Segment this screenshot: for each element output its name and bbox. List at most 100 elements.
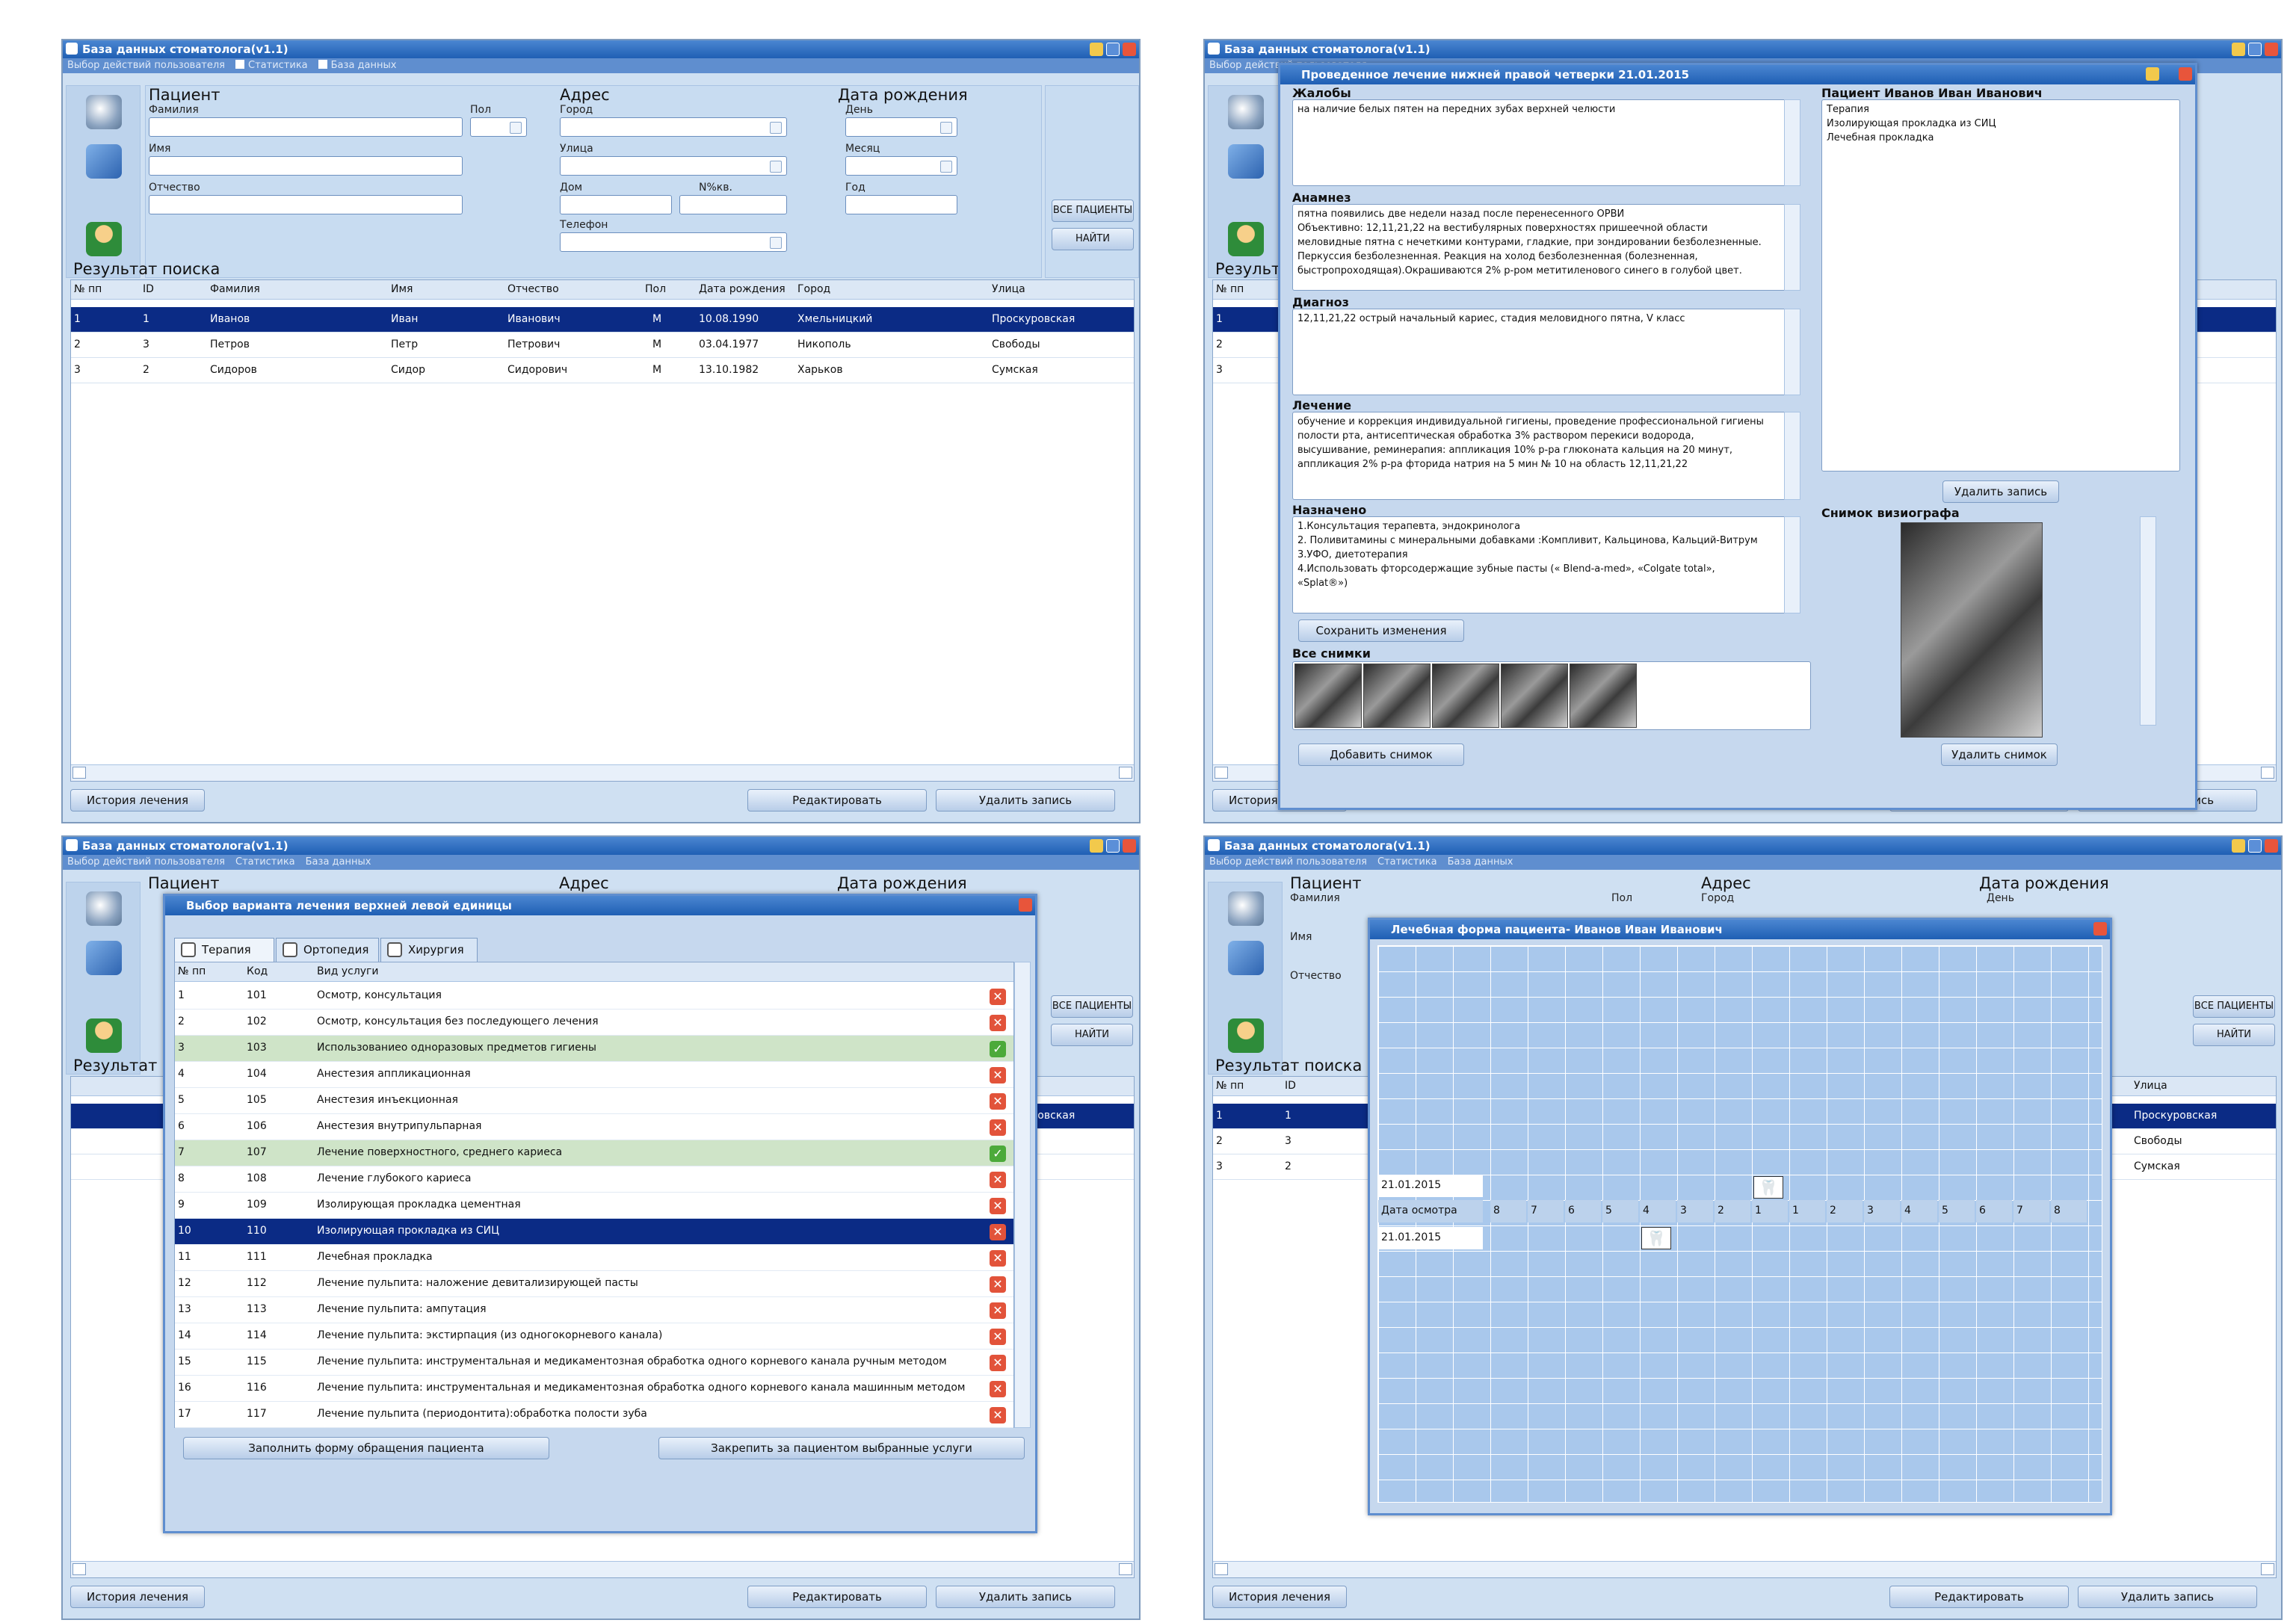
complaints-scrollbar[interactable] (1784, 99, 1800, 186)
phone-select[interactable] (560, 232, 787, 252)
close-button[interactable] (2093, 922, 2107, 936)
database-icon[interactable] (1228, 891, 1264, 926)
connect-icon[interactable] (86, 941, 122, 975)
scroll-right-icon[interactable] (2261, 1563, 2274, 1575)
connect-icon[interactable] (1228, 941, 1264, 975)
table-row[interactable]: 5 105 Анестезия инъекционная ✕ (175, 1088, 1013, 1114)
table-row[interactable]: 9 109 Изолирующая прокладка цементная ✕ (175, 1193, 1013, 1219)
add-patient-icon[interactable] (1228, 222, 1264, 256)
maximize-button[interactable] (1106, 839, 1120, 853)
close-button[interactable] (2179, 67, 2192, 81)
table-row[interactable]: 6 106 Анестезия внутрипульпарная ✕ (175, 1114, 1013, 1140)
minimize-button[interactable] (2232, 43, 2245, 56)
close-button[interactable] (2265, 839, 2278, 853)
tab-surgery[interactable]: Хирургия (380, 938, 478, 962)
all-patients-button[interactable]: ВСЕ ПАЦИЕНТЫ (1052, 200, 1134, 222)
database-icon[interactable] (86, 95, 122, 129)
diagnosis-textarea[interactable]: 12,11,21,22 острый начальный кариес, ста… (1292, 309, 1800, 395)
treatment-scrollbar[interactable] (1784, 412, 1800, 500)
minimize-button[interactable] (2232, 839, 2245, 853)
history-button[interactable]: История лечения (70, 1586, 205, 1608)
tooth-number[interactable]: 1 (1789, 1200, 1825, 1222)
zoom-slider[interactable] (2140, 516, 2156, 726)
scroll-right-icon[interactable] (1119, 1563, 1132, 1575)
table-row[interactable]: 16 116 Лечение пульпита: инструментальная … (175, 1376, 1013, 1402)
menu-actions[interactable]: Выбор действий пользователя (67, 856, 225, 868)
prescribed-scrollbar[interactable] (1784, 516, 1800, 613)
connect-icon[interactable] (1228, 144, 1264, 179)
remove-icon[interactable]: ✕ (990, 1381, 1006, 1397)
scroll-right-icon[interactable] (1119, 767, 1132, 779)
scroll-right-icon[interactable] (2261, 767, 2274, 779)
delete-button[interactable]: Удалить запись (936, 1586, 1115, 1608)
remove-icon[interactable]: ✕ (990, 1067, 1006, 1083)
tab-therapy[interactable]: Терапия (174, 938, 274, 962)
scroll-left-icon[interactable] (72, 767, 86, 779)
table-row[interactable]: 13 113 Лечение пульпита: ампутация ✕ (175, 1297, 1013, 1323)
xray-thumbnail[interactable] (1294, 664, 1362, 728)
delete-button[interactable]: Удалить запись (936, 789, 1115, 812)
menu-database[interactable]: База данных (1448, 856, 1513, 868)
maximize-button[interactable] (1106, 43, 1120, 56)
menu-database[interactable]: База данных (306, 856, 371, 868)
maximize-button[interactable] (2248, 839, 2262, 853)
table-row[interactable]: 1 1 Иванов Иван Иванович М 10.08.1990 Хмельницк… (71, 307, 1134, 333)
table-row[interactable]: 14 114 Лечение пульпита: экстирпация (из о… (175, 1323, 1013, 1350)
add-patient-icon[interactable] (86, 1018, 122, 1053)
month-select[interactable] (845, 156, 957, 176)
assign-services-button[interactable]: Закрепить за пациентом выбранные услуги (658, 1437, 1025, 1459)
treatment-textarea[interactable]: обучение и коррекция индивидуальной гиги… (1292, 412, 1800, 500)
horizontal-scrollbar[interactable] (1213, 1561, 2276, 1577)
xray-thumbnail[interactable] (1501, 664, 1568, 728)
tooth-icon[interactable]: 🦷 (1753, 1176, 1783, 1199)
edit-button[interactable]: Редактировать (1889, 1586, 2069, 1608)
scroll-left-icon[interactable] (1215, 767, 1228, 779)
database-icon[interactable] (86, 891, 122, 926)
flat-input[interactable] (679, 195, 787, 214)
scroll-left-icon[interactable] (1215, 1563, 1228, 1575)
tooth-number[interactable]: 6 (1565, 1200, 1601, 1222)
database-icon[interactable] (1228, 95, 1264, 129)
minimize-button[interactable] (1090, 839, 1103, 853)
xray-thumbnail[interactable] (1363, 664, 1431, 728)
table-row[interactable]: 8 108 Лечение глубокого кариеса ✕ (175, 1166, 1013, 1193)
anamnesis-textarea[interactable]: пятна появились две недели назад после п… (1292, 204, 1800, 291)
table-row[interactable]: 7 107 Лечение поверхностного, среднего кар… (175, 1140, 1013, 1166)
table-row[interactable]: 11 111 Лечебная прокладка ✕ (175, 1245, 1013, 1271)
tooth-number[interactable]: 5 (1939, 1200, 1975, 1222)
close-button[interactable] (1123, 43, 1136, 56)
menu-actions[interactable]: Выбор действий пользователя (67, 60, 225, 71)
remove-icon[interactable]: ✕ (990, 1355, 1006, 1371)
tab-orthopedics[interactable]: Ортопедия (276, 938, 379, 962)
tooth-icon[interactable]: 🦷 (1641, 1227, 1671, 1249)
horizontal-scrollbar[interactable] (71, 1561, 1134, 1577)
day-select[interactable] (845, 117, 957, 137)
tooth-number[interactable]: 4 (1640, 1200, 1676, 1222)
all-patients-button[interactable]: ВСЕ ПАЦИЕНТЫ (2193, 995, 2275, 1018)
surname-input[interactable] (149, 117, 463, 137)
menu-statistics[interactable]: Статистика (1377, 856, 1437, 868)
street-select[interactable] (560, 156, 787, 176)
tooth-number[interactable]: 7 (1528, 1200, 1564, 1222)
tooth-number[interactable]: 8 (2051, 1200, 2087, 1222)
delete-image-button[interactable]: Удалить снимок (1941, 744, 2058, 766)
remove-icon[interactable]: ✕ (990, 1329, 1006, 1345)
scroll-left-icon[interactable] (72, 1563, 86, 1575)
xray-thumbnail[interactable] (1432, 664, 1499, 728)
complaints-textarea[interactable]: на наличие белых пятен на передних зубах… (1292, 99, 1800, 186)
tooth-number[interactable]: 3 (1864, 1200, 1900, 1222)
horizontal-scrollbar[interactable] (71, 764, 1134, 781)
tooth-number[interactable]: 6 (1976, 1200, 2012, 1222)
table-row[interactable]: 17 117 Лечение пульпита (периодонтита):обр… (175, 1402, 1013, 1428)
year-input[interactable] (845, 195, 957, 214)
find-button[interactable]: НАЙТИ (1052, 228, 1134, 250)
tooth-number[interactable]: 1 (1752, 1200, 1788, 1222)
diagnosis-scrollbar[interactable] (1784, 309, 1800, 395)
house-input[interactable] (560, 195, 672, 214)
table-row[interactable]: 3 103 Использованиео одноразовых предметов… (175, 1036, 1013, 1062)
history-button[interactable]: История лечения (70, 789, 205, 812)
remove-icon[interactable]: ✕ (990, 1119, 1006, 1136)
minimize-button[interactable] (1090, 43, 1103, 56)
city-select[interactable] (560, 117, 787, 137)
table-row[interactable]: 12 112 Лечение пульпита: наложение девитал… (175, 1271, 1013, 1297)
